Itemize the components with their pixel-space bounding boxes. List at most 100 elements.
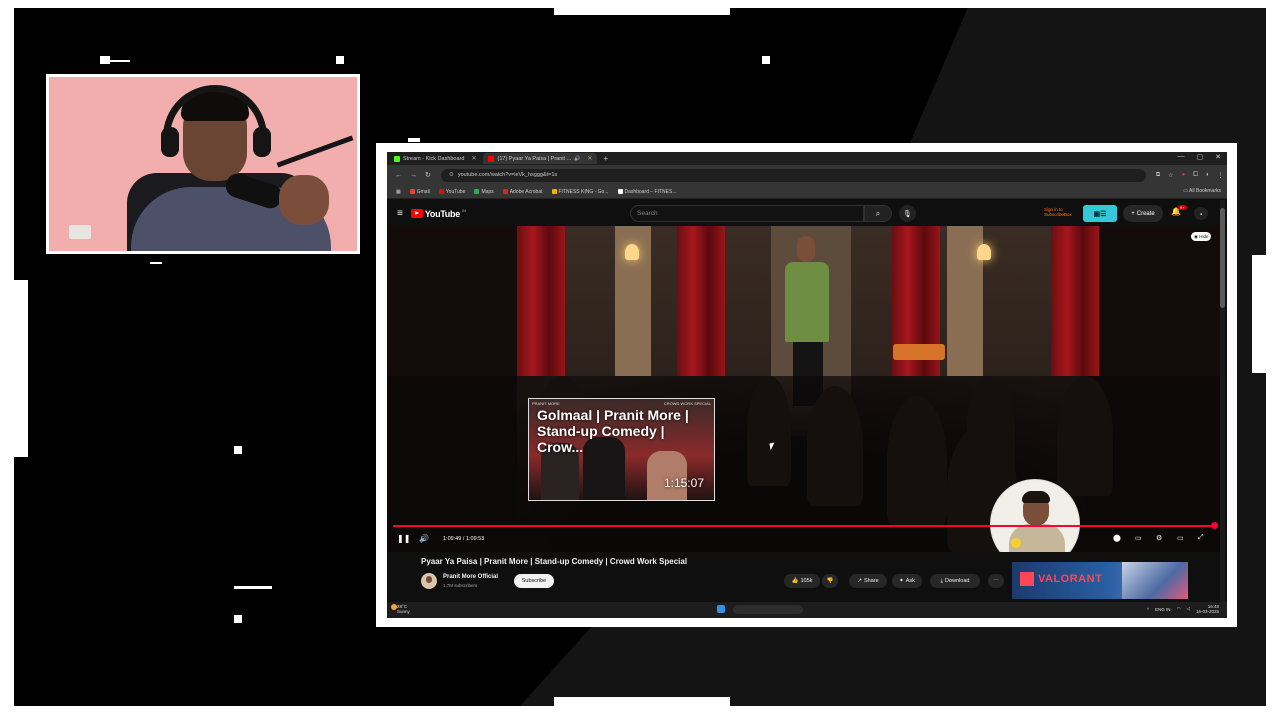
overlay-side-left [0,280,28,457]
clock-date: 16-03-2025 [1195,609,1219,614]
channel-name[interactable]: Pranit More Official [443,574,498,580]
like-button[interactable]: 👍 105k [784,574,820,588]
overlay-dot [234,615,242,623]
webcam-feed [46,74,360,254]
video-player[interactable]: ◉ Hide PRANIT MORE CROWD WORK SPECIAL Go… [387,226,1220,552]
overlay-dot [408,138,420,142]
subtitles-icon[interactable]: ▭ [1135,534,1142,542]
download-label: Download [944,578,970,584]
dislike-button[interactable]: 👎 [822,574,838,588]
bookmark-maps[interactable]: Maps [474,189,494,195]
account-avatar[interactable]: ● [1194,207,1208,220]
settings-gear-icon[interactable]: ⚙ [1156,534,1162,542]
more-icon: ⋯ [993,578,999,584]
download-button[interactable]: ⤓ Download [930,574,980,588]
autoplay-toggle[interactable]: ⬤ [1113,534,1121,542]
download-icon: ⤓ [940,577,943,584]
valorant-logo-icon [1020,572,1034,586]
list-icon: ▣☰ [1093,210,1107,218]
maximize-button[interactable]: ▢ [1197,153,1204,161]
language-indicator[interactable]: ENG IN [1155,607,1171,612]
bookmark-acrobat[interactable]: Adobe Acrobat [502,189,543,195]
bookmark-star-icon[interactable]: ☆ [1168,172,1173,179]
minimize-button[interactable]: — [1178,153,1185,161]
pause-icon[interactable]: ❚❚ [397,534,410,543]
fullscreen-icon[interactable]: ⤢ [1198,534,1204,542]
clock[interactable]: 16:48 16-03-2025 [1196,604,1219,614]
forward-icon[interactable]: → [410,172,417,179]
bookmark-youtube[interactable]: YouTube [438,189,465,195]
bookmark-dashboard[interactable]: Dashboard – FITNES... [617,189,676,195]
speaker-icon[interactable]: ◁ [1187,606,1190,612]
start-icon[interactable] [717,605,725,613]
install-icon[interactable]: ⧉ [1156,172,1160,179]
bookmark-gmail[interactable]: Gmail [409,189,430,195]
close-window-button[interactable]: ✕ [1215,153,1221,161]
address-toolbar: ← → ↻ ⚙ youtube.com/watch?v=ieVk_hsggg&t… [387,165,1227,185]
endscreen-video-card[interactable]: PRANIT MORE CROWD WORK SPECIAL Golmaal |… [528,398,715,501]
reload-icon[interactable]: ↻ [425,171,431,179]
country-code: IN [461,208,466,213]
volume-icon[interactable]: 🔊 [419,534,429,543]
apps-icon[interactable]: ▦ [396,189,401,195]
extensions-puzzle-icon[interactable]: ⧠ [1193,172,1198,179]
endcard-tag-right: CROWD WORK SPECIAL [663,401,711,406]
current-time: 1:09:49 [443,536,462,542]
system-tray: ^ ENG IN ◠ ◁ 16:48 16-03-2025 [1147,604,1219,614]
eye-icon: ◉ [1194,233,1198,239]
menu-icon[interactable]: ⋮ [1218,172,1224,179]
close-tab-icon[interactable]: ✕ [471,155,476,162]
tray-chevron-icon[interactable]: ^ [1147,607,1149,612]
theater-mode-icon[interactable]: ▭ [1177,534,1184,542]
share-button[interactable]: ↗ Share [849,574,887,588]
share-label: Share [863,578,879,584]
endcard-duration: 1:15:07 [663,476,704,490]
more-actions-button[interactable]: ⋯ [988,574,1004,588]
overlay-dot [150,262,162,264]
wifi-icon[interactable]: ◠ [1177,606,1181,612]
hamburger-menu-icon[interactable]: ≡ [397,208,403,219]
audio-icon[interactable]: 🔊 [574,156,580,162]
new-tab-button[interactable]: + [603,154,608,163]
tab-kick-dashboard[interactable]: Stream - Kick Dashboard ✕ [389,153,481,164]
channel-avatar[interactable] [421,573,437,589]
endcard-tag-left: PRANIT MORE [532,401,560,406]
toolbar-icons: ⧉ ☆ ● ⧠ ◐ ⋮ [1156,172,1224,179]
progress-scrubber[interactable] [1210,522,1218,529]
close-tab-icon[interactable]: ✕ [587,155,592,162]
profile-icon[interactable]: ◐ [1206,172,1210,179]
mouse-cursor-icon [769,442,776,451]
hide-endscreen-button[interactable]: ◉ Hide [1191,232,1212,241]
site-info-icon[interactable]: ⚙ [449,172,454,178]
scrollbar-thumb[interactable] [1220,208,1225,308]
like-count: 105k [800,578,813,584]
subscribe-button[interactable]: Subscribe [514,574,554,588]
back-icon[interactable]: ← [395,172,402,179]
extension-button[interactable]: ▣☰ [1083,205,1117,222]
signin-extension-link[interactable]: Sign in to SubscribeBox [1044,207,1084,217]
search-button[interactable]: ⌕ [864,205,892,222]
total-time: 1:09:53 [465,536,485,542]
bookmark-fitness-king[interactable]: FITNESS KING - Go... [551,189,609,195]
search-input[interactable]: Search [630,205,864,222]
voice-search-button[interactable]: 🎙 [899,205,916,222]
ask-label: Ask [905,578,915,584]
extension-icon[interactable]: ● [1182,172,1186,179]
weather-widget[interactable]: 28°C Sunny [397,604,410,614]
weather-condition: Sunny [397,609,410,614]
create-button[interactable]: + Create [1123,205,1163,222]
ask-button[interactable]: ✦ Ask [892,574,922,588]
address-bar[interactable]: ⚙ youtube.com/watch?v=ieVk_hsggg&t=1s [440,168,1146,182]
all-bookmarks[interactable]: ▭ All Bookmarks [1183,188,1221,194]
bookmarks-bar: ▦ Gmail YouTube Maps Adobe Acrobat FITNE… [387,185,1227,199]
taskbar-search[interactable] [733,605,803,614]
youtube-logo[interactable]: YouTube IN [410,208,466,219]
tab-youtube-video[interactable]: (17) Pyaar Ya Paisa | Pranit ... 🔊 ✕ [483,153,598,164]
video-title: Pyaar Ya Paisa | Pranit More | Stand-up … [421,557,688,566]
search-placeholder: Search [637,210,658,217]
overlay-dot [110,60,130,62]
overlay-side-right [1252,255,1280,373]
sponsored-ad-banner[interactable]: VALORANT [1012,562,1188,599]
share-icon: ↗ [857,578,862,584]
plus-icon: + [1131,210,1135,217]
